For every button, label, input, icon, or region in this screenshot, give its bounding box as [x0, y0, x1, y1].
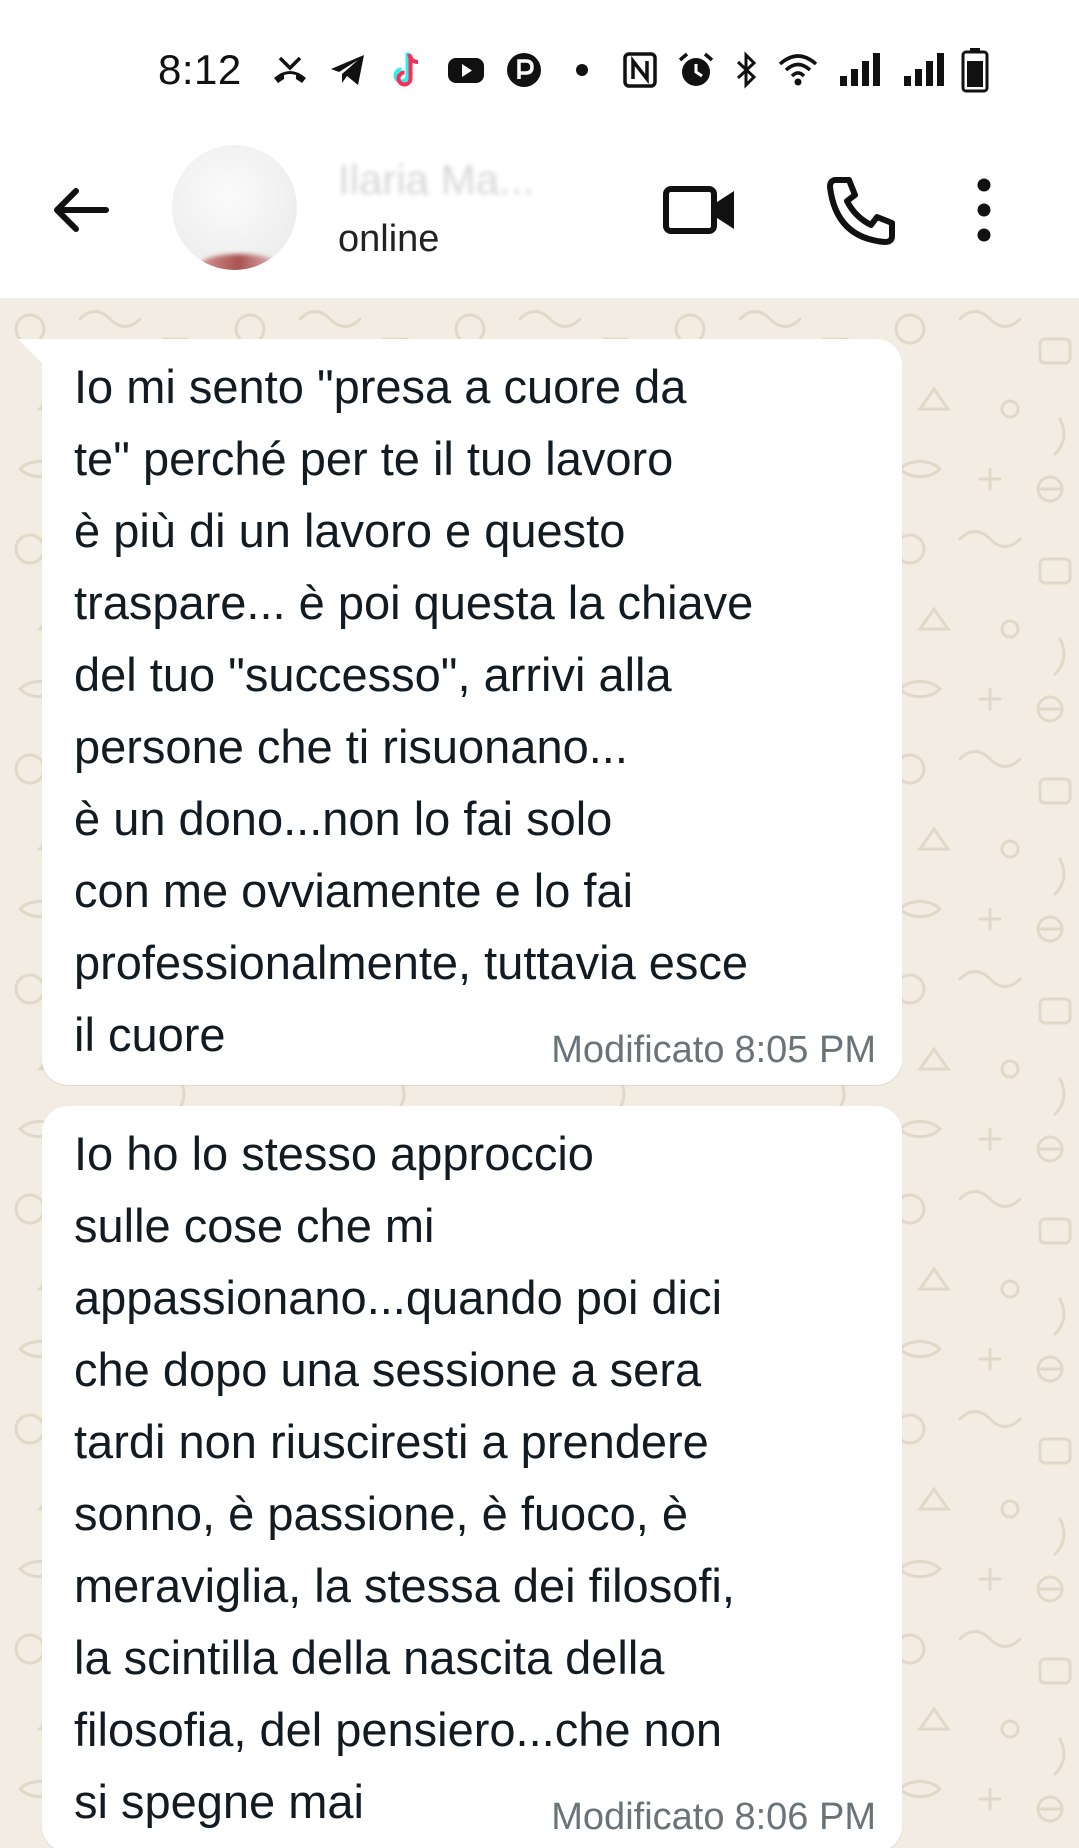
tiktok-icon: [393, 52, 419, 87]
youtube-icon: [448, 58, 484, 83]
chat-header: Ilaria Ma... online: [0, 130, 1079, 299]
message-bubble-2[interactable]: Io ho lo stesso approccio sulle cose che…: [42, 1106, 902, 1848]
message-text: Io ho lo stesso approccio sulle cose che…: [74, 1127, 735, 1828]
status-time: 8:12: [158, 46, 242, 93]
more-vert-icon[interactable]: [964, 170, 1004, 250]
message-time: 8:05 PM: [734, 1029, 876, 1071]
dot-icon: [576, 64, 588, 76]
edited-label: Modificato: [551, 1029, 725, 1071]
signal-icon: [840, 53, 880, 86]
phone-icon[interactable]: [822, 170, 902, 250]
contact-status: online: [338, 218, 440, 260]
video-call-icon[interactable]: [660, 170, 740, 250]
bluetooth-icon: [736, 51, 757, 89]
parking-icon: [507, 53, 541, 87]
message-bubble-1[interactable]: Io mi sento "presa a cuore da te" perché…: [18, 339, 902, 1085]
back-arrow-icon[interactable]: [48, 177, 114, 243]
edited-label: Modificato: [551, 1796, 725, 1838]
nfc-icon: [623, 52, 657, 88]
signal-icon: [904, 53, 944, 86]
message-text: Io mi sento "presa a cuore da te" perché…: [74, 360, 754, 1061]
contact-name[interactable]: Ilaria Ma...: [338, 156, 608, 204]
wifi-icon: [778, 54, 818, 86]
message-time: 8:06 PM: [734, 1796, 876, 1838]
avatar[interactable]: [172, 145, 297, 270]
alarm-icon: [678, 52, 714, 86]
chat-area[interactable]: Io mi sento "presa a cuore da te" perché…: [0, 299, 1079, 1848]
battery-icon: [961, 48, 989, 93]
telegram-icon: [331, 55, 364, 85]
status-bar: 8:12: [0, 0, 1079, 130]
missed-call-icon: [274, 56, 306, 83]
